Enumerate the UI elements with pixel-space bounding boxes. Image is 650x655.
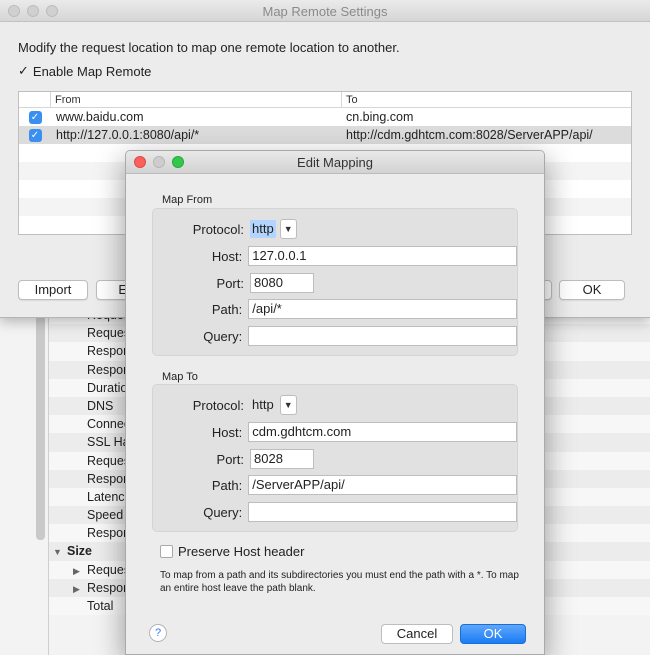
settings-intro: Modify the request location to map one r…	[18, 40, 400, 55]
enable-map-remote-label: Enable Map Remote	[32, 63, 152, 79]
dialog-title: Edit Mapping	[297, 155, 373, 170]
path-help-note: To map from a path and its subdirectorie…	[160, 570, 519, 594]
from-query-label: Query:	[203, 328, 243, 344]
tree-row-text: Total	[87, 599, 114, 613]
checkbox-box[interactable]	[160, 545, 173, 558]
tree-row-text: Connec	[87, 417, 131, 432]
disclosure-open-icon[interactable]: ▼	[53, 543, 67, 560]
row-to: http://cdm.gdhtcm.com:8028/ServerAPP/api…	[346, 128, 593, 142]
cancel-button[interactable]: Cancel	[381, 624, 453, 644]
tree-row-label: Respon	[49, 342, 130, 360]
from-host-label: Host:	[211, 248, 243, 264]
dialog-ok-button[interactable]: OK	[460, 624, 526, 644]
table-header: From To	[19, 92, 631, 108]
tree-row-text: Latenc	[87, 489, 125, 504]
to-query-label: Query:	[203, 504, 243, 520]
map-from-label: Map From	[162, 194, 213, 206]
map-to-group: Protocol: http ▼ Host: cdm.gdhtcm.com Po…	[152, 384, 518, 532]
from-path-input[interactable]: /api/*	[248, 299, 517, 319]
from-port-label: Port:	[216, 275, 244, 291]
dialog-titlebar: Edit Mapping	[126, 151, 544, 174]
disclosure-closed-icon[interactable]: ▶	[73, 580, 87, 597]
chevron-down-icon[interactable]: ▼	[279, 395, 297, 415]
row-from: http://127.0.0.1:8080/api/*	[56, 128, 200, 142]
preserve-host-checkbox[interactable]: Preserve Host header	[160, 544, 304, 559]
tree-row-text: Duratio	[87, 380, 128, 395]
tree-row-label: ▶ Reques	[49, 561, 130, 579]
tree-row-text: SSL Ha	[87, 435, 130, 450]
map-from-group: Protocol: http ▼ Host: 127.0.0.1 Port: 8…	[152, 208, 518, 356]
from-column-header[interactable]: From	[51, 92, 342, 107]
background-scrollbar[interactable]	[36, 310, 45, 540]
map-to-label: Map To	[162, 371, 198, 383]
from-protocol-select[interactable]: http ▼	[250, 219, 297, 239]
row-enabled-checkbox[interactable]: ✓	[28, 128, 42, 142]
to-host-label: Host:	[211, 424, 243, 440]
tree-row-label: ▶ Respon	[49, 579, 130, 597]
to-column-header[interactable]: To	[342, 92, 631, 107]
table-row[interactable]: ✓ http://127.0.0.1:8080/api/* http://cdm…	[19, 126, 631, 144]
tree-row-label: Speed	[49, 506, 123, 524]
from-host-input[interactable]: 127.0.0.1	[248, 246, 517, 266]
tree-row-text: DNS	[87, 398, 114, 413]
preserve-host-label: Preserve Host header	[178, 544, 305, 559]
to-protocol-select[interactable]: http ▼	[250, 395, 297, 415]
tree-row-label: SSL Ha	[49, 433, 130, 451]
settings-titlebar: Map Remote Settings	[0, 0, 650, 22]
tree-row-text: Respon	[87, 362, 131, 377]
from-path-label: Path:	[211, 301, 243, 317]
checkmark-icon: ✓	[18, 63, 29, 78]
tree-row-text: Reques	[87, 562, 131, 577]
tree-row-label: Reques	[49, 452, 130, 470]
tree-row-label: Respon	[49, 470, 130, 488]
table-row[interactable]: ✓ www.baidu.com cn.bing.com	[19, 108, 631, 126]
to-path-input[interactable]: /ServerAPP/api/	[248, 475, 517, 495]
tree-row-label: Duratio	[49, 379, 127, 397]
to-protocol-value: http	[252, 397, 274, 412]
tree-row-text: Size	[67, 544, 93, 559]
tree-row-label: DNS	[49, 397, 113, 415]
to-host-input[interactable]: cdm.gdhtcm.com	[248, 422, 517, 442]
from-protocol-label: Protocol:	[192, 221, 244, 237]
settings-title: Map Remote Settings	[262, 4, 388, 19]
tree-row-text: Respon	[87, 526, 131, 541]
tree-row-text: Reques	[87, 326, 131, 341]
tree-row-label: Respon	[49, 524, 130, 542]
row-to: cn.bing.com	[346, 110, 414, 124]
import-button[interactable]: Import	[18, 280, 88, 300]
row-from: www.baidu.com	[56, 110, 144, 124]
edit-mapping-dialog: Edit Mapping Map From Protocol: http ▼ H…	[125, 150, 545, 655]
enable-map-remote-checkbox[interactable]: ✓ Enable Map Remote	[18, 63, 151, 79]
tree-row-text: Respon	[87, 344, 131, 359]
tree-row-text: Reques	[87, 453, 131, 468]
ok-button[interactable]: OK	[559, 280, 625, 300]
chevron-down-icon[interactable]: ▼	[279, 219, 297, 239]
help-icon[interactable]: ?	[149, 624, 167, 642]
row-enabled-checkbox[interactable]: ✓	[28, 110, 42, 124]
from-protocol-value: http	[250, 220, 276, 238]
tree-row-label: Reques	[49, 324, 130, 342]
tree-row-label: ▼ Size	[49, 542, 92, 560]
tree-row-text: Speed	[87, 508, 124, 523]
disclosure-closed-icon[interactable]: ▶	[73, 562, 87, 579]
tree-row-label: Latenc	[49, 488, 125, 506]
tree-row-label: Respon	[49, 361, 130, 379]
tree-row-label: Total	[49, 597, 113, 615]
to-path-label: Path:	[211, 477, 243, 493]
tree-row-label: Connec	[49, 415, 130, 433]
enabled-column-header[interactable]	[19, 92, 51, 107]
from-port-input[interactable]: 8080	[250, 273, 314, 293]
to-protocol-label: Protocol:	[192, 397, 244, 413]
to-port-input[interactable]: 8028	[250, 449, 314, 469]
to-port-label: Port:	[216, 451, 244, 467]
from-query-input[interactable]	[248, 326, 517, 346]
tree-row-text: Respon	[87, 471, 131, 486]
to-query-input[interactable]	[248, 502, 517, 522]
tree-row-text: Respon	[87, 580, 131, 595]
